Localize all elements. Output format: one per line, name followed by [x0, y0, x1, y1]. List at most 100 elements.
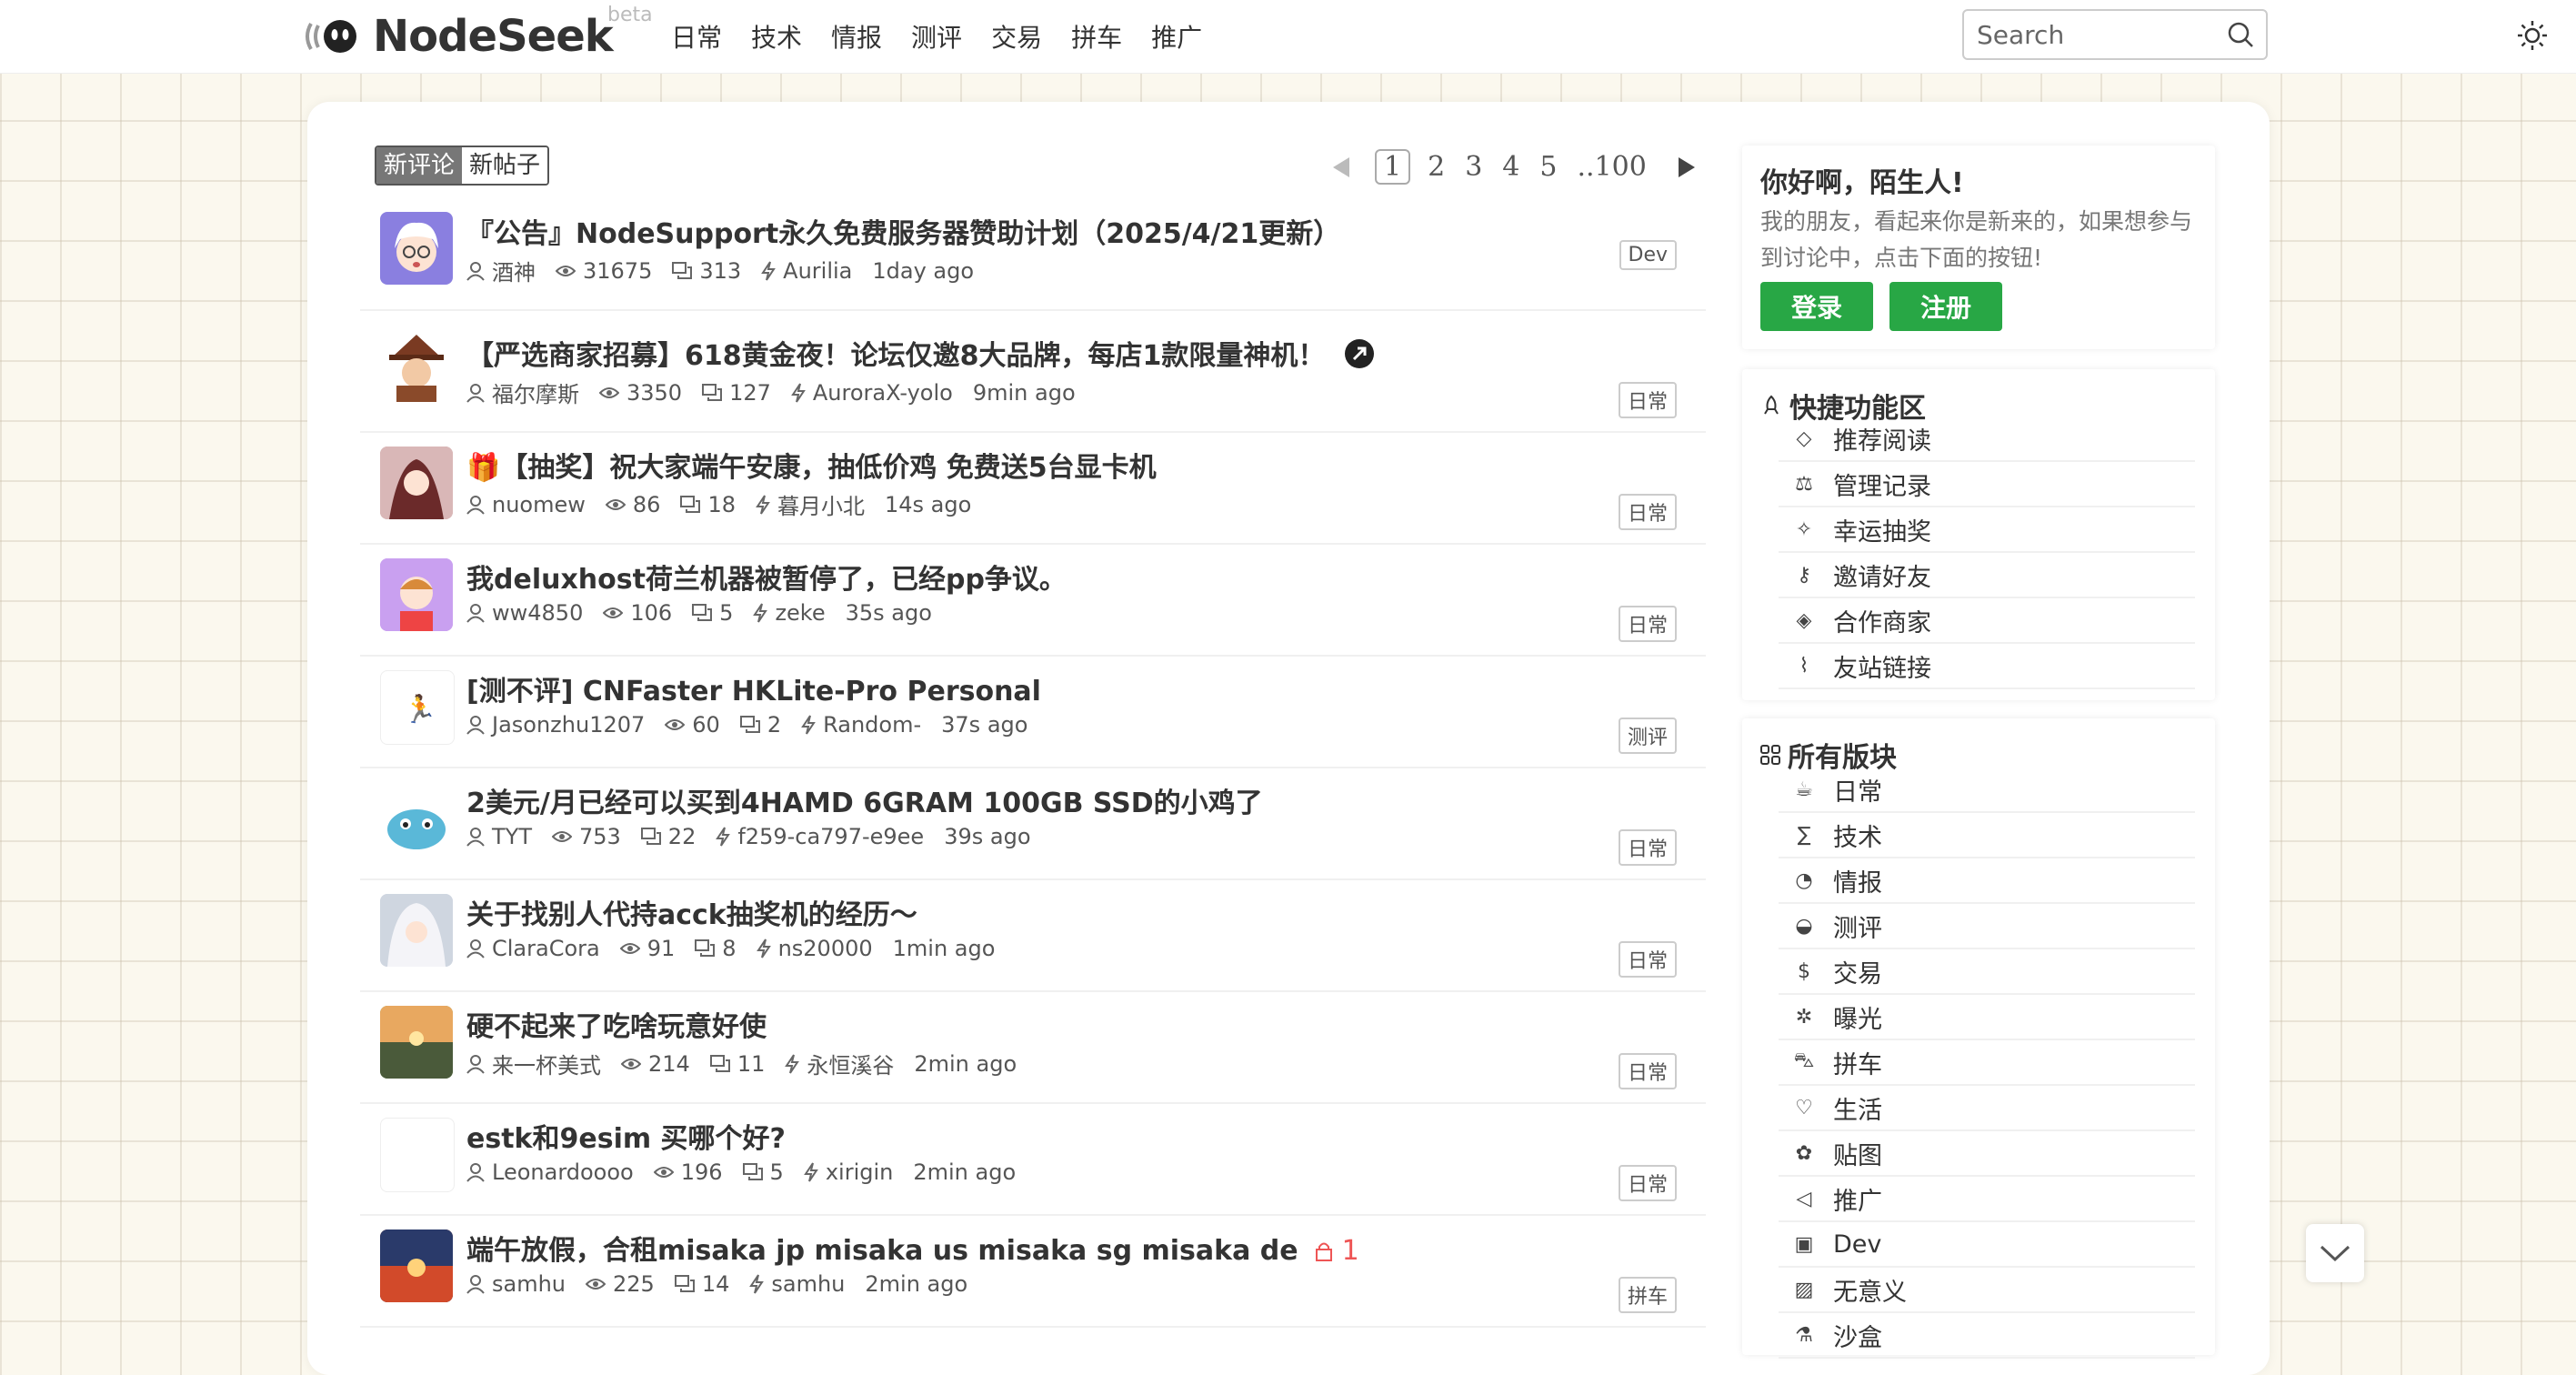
- register-button[interactable]: 注册: [1889, 282, 2002, 331]
- post-last-replier[interactable]: zeke: [775, 600, 825, 626]
- quick-item-recommended[interactable]: ◇ 推荐阅读: [1779, 417, 2195, 462]
- post-item[interactable]: 🏃 [测不评] CNFaster HKLite-Pro Personal Jas…: [360, 656, 1706, 768]
- post-item[interactable]: 端午放假，合租misaka jp misaka us misaka sg mis…: [360, 1215, 1706, 1328]
- post-category-tag[interactable]: 日常: [1618, 494, 1677, 530]
- post-last-replier[interactable]: ns20000: [778, 936, 873, 961]
- post-item[interactable]: 硬不起来了吃啥玩意好使 来一杯美式 214 11 永恒溪谷 2min ago 日…: [360, 991, 1706, 1104]
- search-input[interactable]: [1964, 18, 2215, 51]
- post-author[interactable]: TYT: [492, 824, 532, 849]
- avatar[interactable]: [380, 1006, 453, 1079]
- post-author[interactable]: ClaraCora: [492, 936, 600, 961]
- post-author[interactable]: ww4850: [492, 600, 583, 626]
- tab-new-comments[interactable]: 新评论: [376, 147, 463, 184]
- post-item[interactable]: estk和9esim 买哪个好? Leonardoooo 196 5 xirig…: [360, 1103, 1706, 1216]
- post-last-replier[interactable]: AuroraX-yolo: [813, 380, 953, 406]
- next-page-icon[interactable]: [1678, 156, 1695, 177]
- post-category-tag[interactable]: Dev: [1619, 240, 1677, 270]
- post-title[interactable]: 硬不起来了吃啥玩意好使: [466, 1004, 767, 1044]
- post-item[interactable]: 2美元/月已经可以买到4HAMD 6GRAM 100GB SSD的小鸡了 TYT…: [360, 768, 1706, 880]
- avatar[interactable]: [380, 1229, 453, 1302]
- page-5[interactable]: 5: [1539, 151, 1557, 183]
- quick-item-invite[interactable]: ⚷ 邀请好友: [1779, 553, 2195, 598]
- post-title[interactable]: 『公告』NodeSupport永久免费服务器赞助计划（2025/4/21更新）: [466, 211, 1340, 251]
- post-last-replier[interactable]: samhu: [771, 1271, 845, 1297]
- post-last-replier[interactable]: f259-ca797-e9ee: [737, 824, 924, 849]
- nav-promotion[interactable]: 推广: [1151, 18, 1202, 55]
- board-review[interactable]: ◒ 测评: [1779, 904, 2195, 949]
- board-images[interactable]: ✿ 贴图: [1779, 1131, 2195, 1177]
- post-title[interactable]: 2美元/月已经可以买到4HAMD 6GRAM 100GB SSD的小鸡了: [466, 780, 1263, 820]
- post-last-replier[interactable]: xirigin: [826, 1159, 894, 1185]
- board-trade[interactable]: $ 交易: [1779, 949, 2195, 995]
- avatar[interactable]: [380, 212, 453, 285]
- board-carpool[interactable]: ⛍ 拼车: [1779, 1040, 2195, 1086]
- post-category-tag[interactable]: 日常: [1618, 941, 1677, 978]
- post-category-tag[interactable]: 日常: [1618, 1165, 1677, 1201]
- search-icon[interactable]: [2226, 20, 2255, 53]
- post-item[interactable]: 【严选商家招募】618黄金夜！论坛仅邀8大品牌，每店1款限量神机！ 福尔摩斯 3…: [360, 320, 1706, 433]
- avatar[interactable]: [380, 894, 453, 967]
- post-category-tag[interactable]: 日常: [1618, 606, 1677, 642]
- quick-item-admin-log[interactable]: ⚖ 管理记录: [1779, 462, 2195, 507]
- nav-review[interactable]: 测评: [911, 18, 962, 55]
- post-author[interactable]: nuomew: [492, 492, 586, 517]
- post-title-text[interactable]: 【严选商家招募】618黄金夜！论坛仅邀8大品牌，每店1款限量神机！: [466, 340, 1325, 372]
- post-item[interactable]: 我deluxhost荷兰机器被暂停了，已经pp争议。 ww4850 106 5 …: [360, 544, 1706, 657]
- board-daily[interactable]: ☕ 日常: [1779, 768, 2195, 813]
- post-category-tag[interactable]: 日常: [1618, 829, 1677, 866]
- post-title[interactable]: 我deluxhost荷兰机器被暂停了，已经pp争议。: [466, 557, 1067, 597]
- post-author[interactable]: 福尔摩斯: [492, 376, 579, 408]
- post-last-replier[interactable]: Aurilia: [783, 258, 852, 284]
- nav-tech[interactable]: 技术: [751, 18, 802, 55]
- post-author[interactable]: Jasonzhu1207: [492, 712, 645, 738]
- board-info[interactable]: ◔ 情报: [1779, 858, 2195, 904]
- nav-trade[interactable]: 交易: [991, 18, 1042, 55]
- quick-item-links[interactable]: ⌇ 友站链接: [1779, 644, 2195, 689]
- nav-carpool[interactable]: 拼车: [1071, 18, 1122, 55]
- quick-item-lottery[interactable]: ✧ 幸运抽奖: [1779, 507, 2195, 553]
- post-category-tag[interactable]: 测评: [1618, 718, 1677, 754]
- page-1[interactable]: 1: [1375, 149, 1411, 185]
- post-category-tag[interactable]: 拼车: [1618, 1277, 1677, 1313]
- tab-new-posts[interactable]: 新帖子: [462, 147, 548, 184]
- page-2[interactable]: 2: [1428, 151, 1445, 183]
- post-category-tag[interactable]: 日常: [1618, 382, 1677, 418]
- post-last-replier[interactable]: Random-: [823, 712, 921, 738]
- page-3[interactable]: 3: [1465, 151, 1482, 183]
- avatar[interactable]: [380, 558, 453, 631]
- post-category-tag[interactable]: 日常: [1618, 1053, 1677, 1089]
- nav-info[interactable]: 情报: [831, 18, 882, 55]
- post-title[interactable]: estk和9esim 买哪个好?: [466, 1116, 786, 1156]
- avatar[interactable]: [380, 1118, 455, 1192]
- post-author[interactable]: 酒神: [492, 255, 536, 286]
- scroll-down-button[interactable]: [2306, 1224, 2364, 1282]
- avatar[interactable]: [380, 329, 453, 402]
- post-author[interactable]: Leonardoooo: [492, 1159, 634, 1185]
- post-title[interactable]: [测不评] CNFaster HKLite-Pro Personal: [466, 668, 1041, 708]
- board-promotion[interactable]: ◁ 推广: [1779, 1177, 2195, 1222]
- board-exposure[interactable]: ✲ 曝光: [1779, 995, 2195, 1040]
- board-tech[interactable]: ∑ 技术: [1779, 813, 2195, 858]
- post-item[interactable]: 关于找别人代持acck抽奖机的经历～ ClaraCora 91 8 ns2000…: [360, 879, 1706, 992]
- post-author[interactable]: 来一杯美式: [492, 1048, 601, 1079]
- post-item[interactable]: 『公告』NodeSupport永久免费服务器赞助计划（2025/4/21更新） …: [360, 198, 1706, 311]
- board-dev[interactable]: ▣ Dev: [1779, 1222, 2195, 1268]
- post-title[interactable]: 关于找别人代持acck抽奖机的经历～: [466, 892, 917, 932]
- post-author[interactable]: samhu: [492, 1271, 566, 1297]
- sun-icon[interactable]: [2517, 20, 2548, 55]
- post-item[interactable]: 🎁【抽奖】祝大家端午安康，抽低价鸡 免费送5台显卡机 nuomew 86 18 …: [360, 432, 1706, 545]
- post-title[interactable]: 🎁【抽奖】祝大家端午安康，抽低价鸡 免费送5台显卡机: [466, 445, 1157, 485]
- page-last[interactable]: ..100: [1577, 151, 1646, 183]
- post-last-replier[interactable]: 暮月小北: [777, 488, 865, 520]
- post-title-text[interactable]: 端午放假，合租misaka jp misaka us misaka sg mis…: [466, 1235, 1298, 1267]
- post-last-replier[interactable]: 永恒溪谷: [807, 1048, 894, 1079]
- nav-daily[interactable]: 日常: [671, 18, 722, 55]
- avatar[interactable]: 🏃: [380, 670, 455, 745]
- avatar[interactable]: [380, 782, 453, 855]
- logo[interactable]: NodeSeek: [304, 11, 614, 62]
- prev-page-icon[interactable]: [1333, 156, 1349, 177]
- login-button[interactable]: 登录: [1760, 282, 1873, 331]
- avatar[interactable]: [380, 447, 453, 519]
- board-life[interactable]: ♡ 生活: [1779, 1086, 2195, 1131]
- board-sandbox[interactable]: ⚗ 沙盒: [1779, 1313, 2195, 1359]
